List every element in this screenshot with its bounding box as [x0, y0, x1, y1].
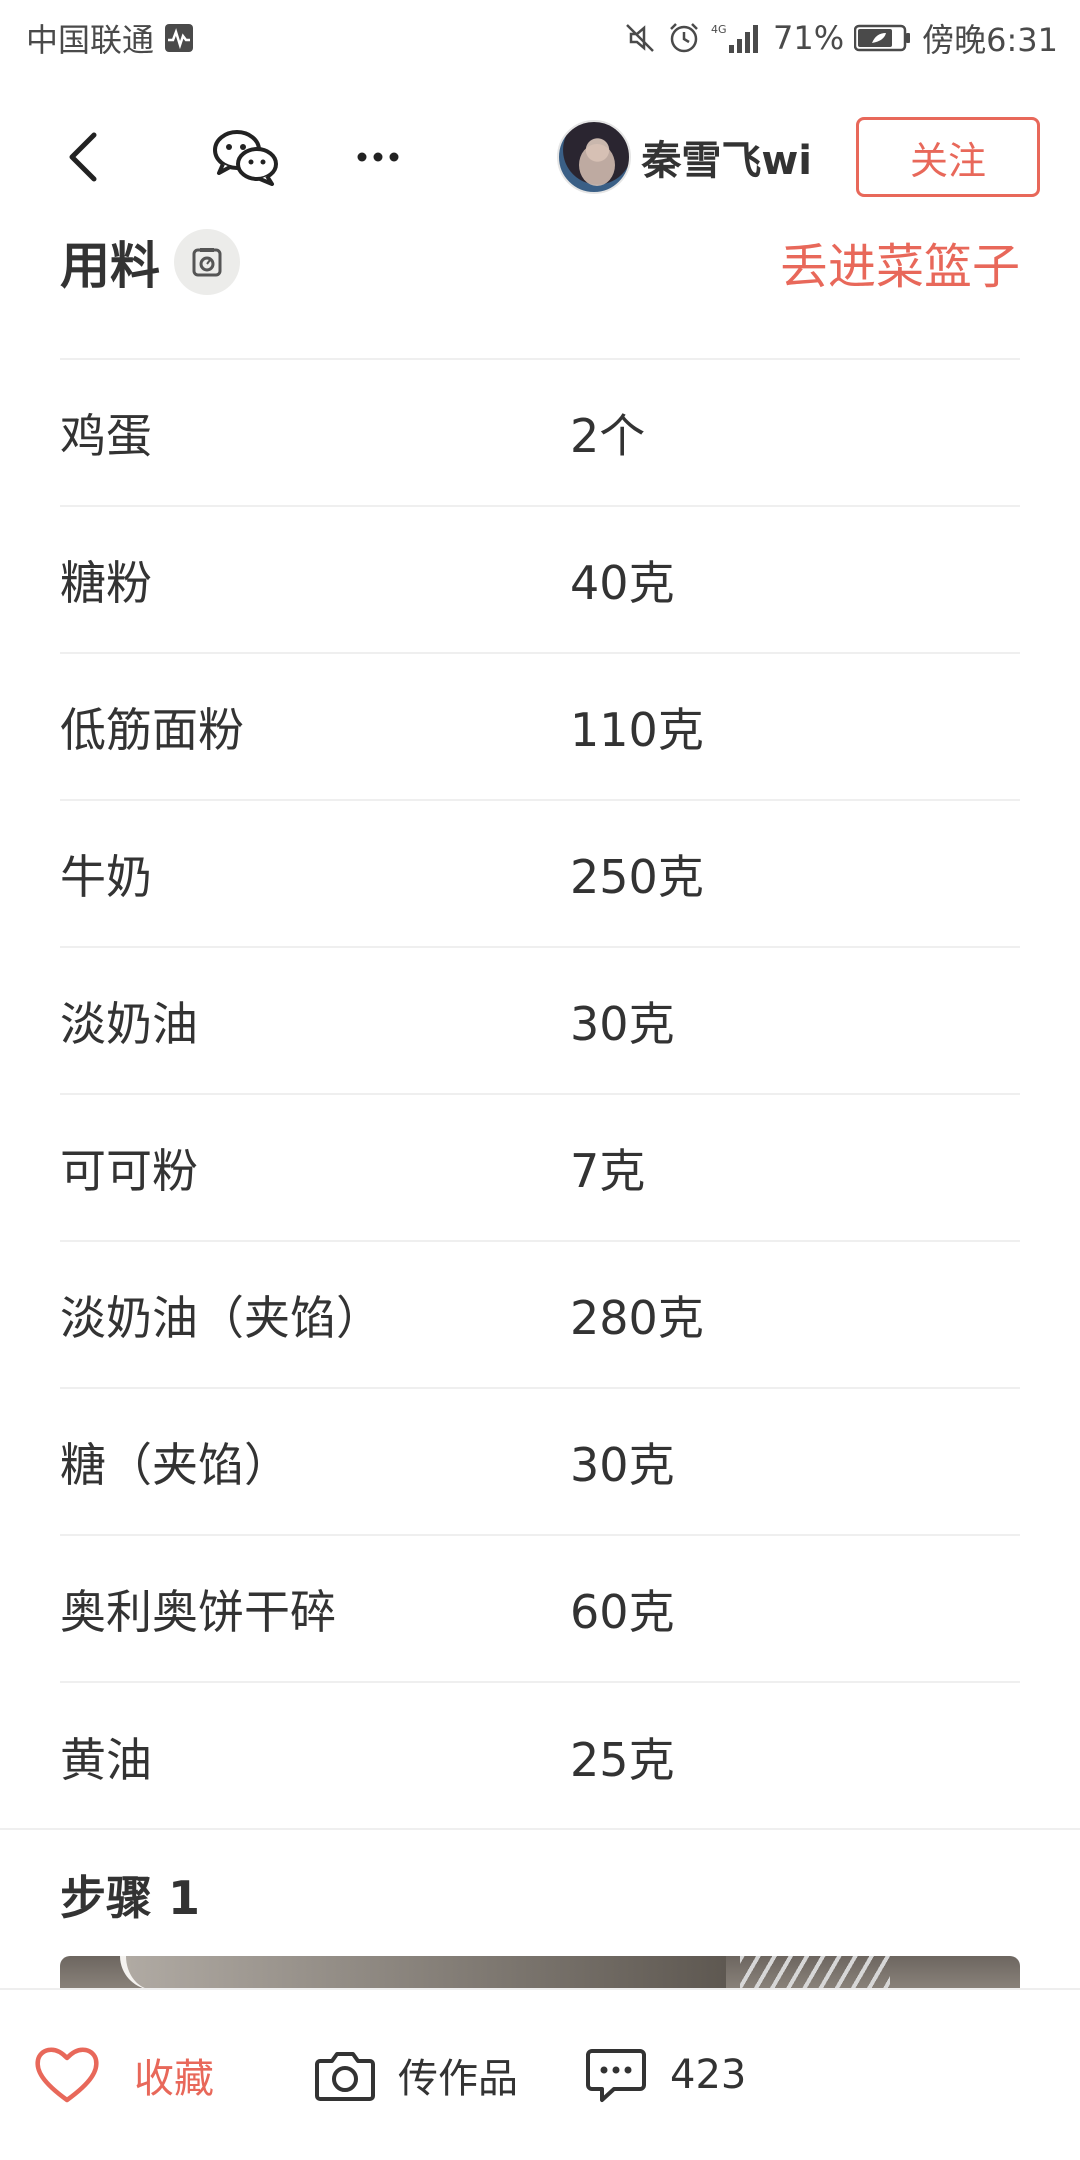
camera-icon [315, 2052, 375, 2101]
more-button[interactable] [348, 117, 408, 197]
ingredient-name: 鸡蛋 [60, 408, 152, 463]
activity-icon [164, 23, 194, 53]
ingredient-name: 黄油 [60, 1732, 152, 1787]
ingredient-row: 低筋面粉 110克 [60, 654, 1020, 801]
ingredient-quantity: 110克 [570, 702, 704, 757]
ingredient-row: 可可粉 7克 [60, 1095, 1020, 1242]
upload-work-label: 传作品 [398, 2056, 518, 2102]
recipe-header: 秦雪飞wi 关注 [0, 98, 1080, 216]
ingredient-quantity: 30克 [570, 1437, 675, 1492]
ingredient-row: 鸡蛋 2个 [60, 360, 1020, 507]
ingredient-name: 淡奶油 [60, 996, 198, 1051]
ingredients-table: 鸡蛋 2个 糖粉 40克 低筋面粉 110克 牛奶 250克 淡奶油 30克 可… [60, 358, 1020, 1830]
author-name[interactable]: 秦雪飞wi [641, 128, 812, 186]
ingredient-quantity: 7克 [570, 1143, 646, 1198]
avatar[interactable] [557, 120, 632, 194]
ingredient-quantity: 40克 [570, 555, 675, 610]
alarm-icon [667, 21, 701, 55]
status-bar: 中国联通 4G 71% 傍晚6:31 [0, 0, 1080, 76]
signal-icon: 4G [711, 21, 763, 55]
clock: 傍晚6:31 [922, 21, 1058, 59]
ingredient-row: 淡奶油（夹馅） 280克 [60, 1242, 1020, 1389]
status-right: 4G 71% 傍晚6:31 [623, 15, 1058, 61]
comment-icon [586, 2049, 646, 2102]
ingredient-name: 低筋面粉 [60, 702, 244, 757]
ingredient-row: 糖（夹馅） 30克 [60, 1389, 1020, 1536]
scale-icon[interactable] [174, 229, 240, 295]
ingredient-quantity: 2个 [570, 408, 646, 463]
upload-work-button[interactable]: 传作品 [314, 2046, 518, 2104]
ingredient-name: 糖粉 [60, 555, 152, 610]
wechat-icon [213, 130, 278, 186]
ingredient-quantity: 250克 [570, 849, 704, 904]
step-image[interactable] [60, 1956, 1020, 1990]
ingredient-row: 牛奶 250克 [60, 801, 1020, 948]
svg-text:4G: 4G [711, 23, 727, 36]
step-title: 步骤 1 [60, 1871, 201, 1925]
battery-icon [854, 23, 912, 53]
ingredient-name: 牛奶 [60, 849, 152, 904]
back-button[interactable] [58, 117, 110, 197]
ingredient-quantity: 60克 [570, 1584, 675, 1639]
ingredient-row: 糖粉 40克 [60, 507, 1020, 654]
heart-icon [35, 2047, 99, 2103]
ingredient-row: 奥利奥饼干碎 60克 [60, 1536, 1020, 1683]
favorite-button[interactable]: 收藏 [32, 2044, 214, 2106]
wechat-share-button[interactable] [206, 117, 286, 197]
author-info[interactable]: 秦雪飞wi [557, 120, 812, 194]
ingredient-name: 糖（夹馅） [60, 1437, 290, 1492]
comment-count: 423 [670, 2052, 747, 2098]
carrier-name: 中国联通 [26, 21, 155, 59]
status-left: 中国联通 [26, 15, 194, 61]
back-icon [69, 132, 97, 182]
bottom-action-bar: 收藏 传作品 423 [0, 1988, 1080, 2160]
ingredients-title: 用料 [60, 237, 160, 295]
favorite-label: 收藏 [134, 2056, 214, 2102]
ingredient-quantity: 25克 [570, 1732, 675, 1787]
mute-icon [623, 21, 657, 55]
ingredient-quantity: 30克 [570, 996, 675, 1051]
comments-button[interactable]: 423 [584, 2045, 746, 2105]
ingredient-name: 奥利奥饼干碎 [60, 1584, 336, 1639]
ingredient-quantity: 280克 [570, 1290, 704, 1345]
more-icon [357, 152, 399, 162]
battery-percent: 71% [773, 19, 845, 57]
ingredients-header: 用料 丢进菜篮子 [60, 222, 1020, 302]
ingredient-name: 可可粉 [60, 1143, 198, 1198]
section-divider [0, 1828, 1080, 1830]
ingredient-name: 淡奶油（夹馅） [60, 1290, 382, 1345]
add-to-basket-link[interactable]: 丢进菜篮子 [780, 227, 1020, 297]
ingredient-row: 黄油 25克 [60, 1683, 1020, 1830]
follow-button[interactable]: 关注 [856, 117, 1040, 197]
ingredient-row: 淡奶油 30克 [60, 948, 1020, 1095]
